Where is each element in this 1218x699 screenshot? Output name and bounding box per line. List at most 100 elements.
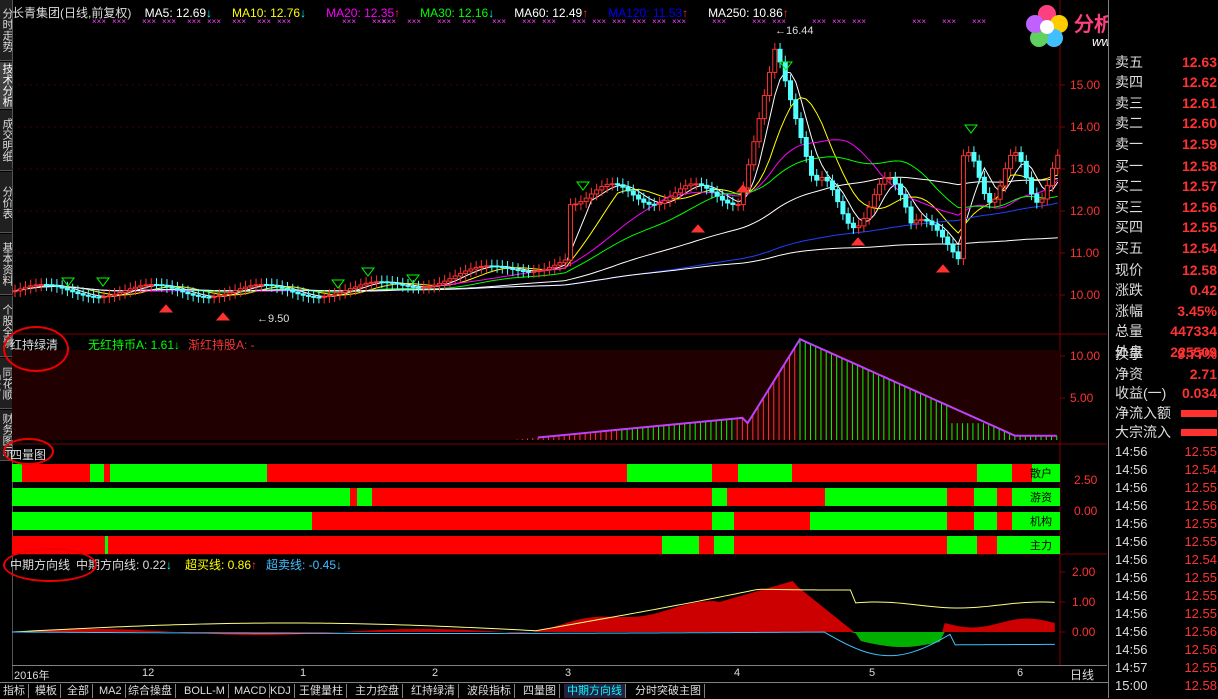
ind2-segment [734, 512, 810, 530]
candle-body [725, 199, 731, 204]
quote-row: 现价 12.58 [1113, 260, 1218, 280]
candle-body [693, 183, 699, 186]
tick-time: 14:56 [1115, 570, 1148, 585]
candle-body [410, 285, 416, 288]
candle-body [447, 278, 453, 282]
candle-body [12, 290, 18, 293]
left-tab[interactable]: 分价表 [0, 172, 12, 233]
price-axis-label: 15.00 [1070, 78, 1100, 92]
ind2-segment [105, 536, 108, 554]
candle-body [195, 294, 201, 297]
ind3-axis-label: 2.00 [1072, 565, 1096, 579]
bottom-tab[interactable]: 红持绿清 [408, 684, 459, 698]
ind1-b-label: 渐红持股A: - [188, 338, 255, 352]
candle-body [138, 285, 144, 288]
ind2-highlight-oval [3, 438, 54, 465]
candle-body [389, 281, 395, 284]
candle-body [950, 243, 956, 253]
stat-row: 净资 2.71 [1113, 364, 1218, 384]
ind1-axis-label: 5.00 [1070, 391, 1094, 405]
candle-body [919, 218, 925, 221]
price-axis-label: 12.00 [1070, 204, 1100, 218]
stat-row: 净流入额 [1113, 403, 1218, 423]
candle-body [677, 188, 683, 194]
candle-body [531, 270, 537, 273]
bottom-tab[interactable]: 分时突破主图 [632, 684, 705, 698]
candle-body [159, 284, 165, 287]
ma-arrow: ↓ [488, 6, 495, 20]
left-tab[interactable]: 成交明细 [0, 110, 12, 171]
quote-label: 卖四 [1115, 74, 1143, 91]
bottom-tab[interactable]: BOLL-M [181, 684, 229, 698]
candle-body [85, 294, 91, 297]
candle-body [70, 289, 76, 293]
bottom-tab[interactable]: 中期方向线 [564, 684, 626, 698]
chart-area[interactable]: 15.00 14.00 13.00 12.00 11.00 10.00 ××× ××× ××× ×… [11, 0, 1107, 665]
quote-row: 买四 12.55 [1113, 217, 1218, 237]
ind2-segment [712, 512, 734, 530]
candle-body [908, 206, 914, 224]
bottom-tab[interactable]: 综合操盘 [125, 684, 176, 698]
candle-body [222, 293, 228, 297]
tick-row: 14:56 12.54 [1113, 461, 1218, 479]
bottom-tab[interactable]: 王健量柱 [296, 684, 347, 698]
bottom-tab[interactable]: 波段指标 [464, 684, 515, 698]
candle-body [279, 286, 285, 289]
candle-body [945, 236, 951, 245]
sell-arrow-icon [331, 279, 345, 289]
candle-body [274, 284, 280, 288]
candle-body [552, 264, 558, 268]
ind2-segment [108, 536, 662, 554]
ind2-segment [90, 464, 104, 482]
bottom-tab[interactable]: 模板 [32, 684, 61, 698]
flower-logo-icon [1026, 5, 1068, 47]
tick-price: 12.55 [1184, 570, 1217, 585]
bottom-tab[interactable]: 主力控盘 [352, 684, 403, 698]
candle-body [966, 152, 972, 157]
tick-price: 12.55 [1184, 588, 1217, 603]
ma-arrow: ↓ [300, 6, 307, 20]
candle-body [295, 291, 301, 295]
stat-value: 0.034 [1181, 385, 1217, 401]
quote-row: 买二 12.57 [1113, 176, 1218, 196]
price-axis-label: 10.00 [1070, 288, 1100, 302]
ind2-segment [267, 464, 627, 482]
stat-value: 9.77% [1177, 346, 1217, 362]
candle-body [840, 201, 846, 215]
bottom-tab[interactable]: 指标 [0, 684, 29, 698]
bottom-tab[interactable]: 全部 [64, 684, 93, 698]
left-tab[interactable]: 同花顺F10 [0, 358, 12, 409]
candle-body [808, 155, 814, 176]
ind2-segment [947, 512, 974, 530]
candle-body [934, 224, 940, 231]
candle-body [452, 275, 458, 280]
quote-row: 卖三 12.61 [1113, 93, 1218, 113]
ind2-segment [947, 488, 974, 506]
candle-body [232, 290, 238, 293]
left-tab[interactable]: 技术分析 [0, 62, 12, 109]
tick-price: 12.55 [1184, 534, 1217, 549]
candle-body [924, 218, 930, 222]
left-tab[interactable]: 分时走势 [0, 0, 12, 61]
candle-body [976, 160, 982, 178]
bottom-tab[interactable]: 四量图 [520, 684, 560, 698]
bottom-tab[interactable]: KDJ [267, 684, 295, 698]
candle-body [127, 288, 133, 292]
tick-price: 12.55 [1184, 660, 1217, 675]
tick-row: 14:56 12.55 [1113, 569, 1218, 587]
bottom-tab[interactable]: MA2 [96, 684, 126, 698]
period-label[interactable]: 日线 [1070, 666, 1094, 683]
sell-arrow-icon [361, 267, 375, 277]
quote-row: 买三 12.56 [1113, 197, 1218, 217]
candle-body [588, 193, 594, 199]
ma-legend-item: MA5: 12.69↓ [144, 6, 213, 20]
candle-body [216, 295, 222, 298]
ind2-segment [738, 464, 792, 482]
ind3-l2: 超买线: 0.86↑ [185, 556, 257, 573]
tick-time: 14:56 [1115, 498, 1148, 513]
ma-arrow: ↓ [206, 6, 213, 20]
candle-body [546, 266, 552, 270]
bottom-tab[interactable]: MACD [231, 684, 271, 698]
left-tab[interactable]: 基本资料 [0, 234, 12, 295]
quote-value: 12.63 [1181, 54, 1217, 70]
